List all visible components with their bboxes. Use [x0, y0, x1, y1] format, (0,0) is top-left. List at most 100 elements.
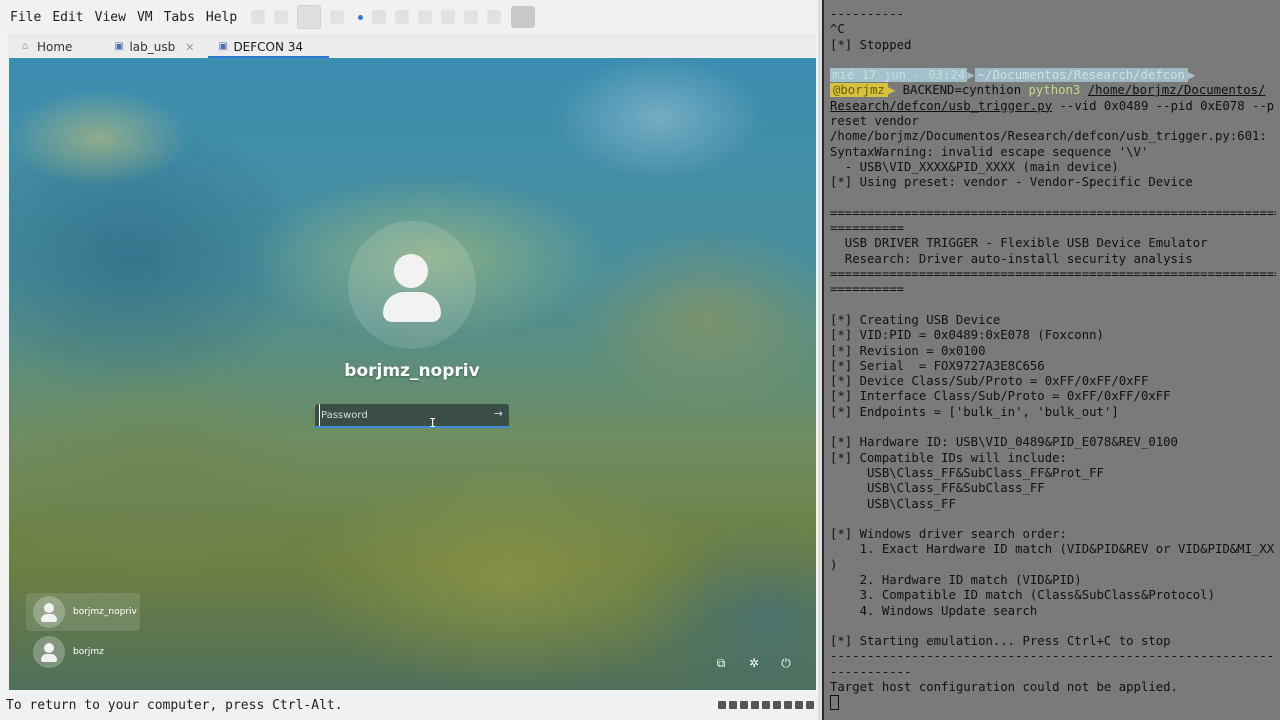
menu-help[interactable]: Help: [201, 10, 242, 25]
user-tile-borjmz-nopriv[interactable]: borjmz_nopriv: [26, 593, 140, 631]
tab-close-icon[interactable]: ✕: [185, 41, 194, 54]
terminal-output: ---------- ^C [*] Stopped mié 17 jun - 0…: [830, 7, 1276, 711]
floppy-icon[interactable]: [740, 701, 748, 709]
usb-icon[interactable]: [762, 701, 770, 709]
terminal-line: USB\Class_FF&SubClass_FF&Prot_FF: [830, 465, 1104, 480]
toolbar-pause-icon[interactable]: [274, 10, 289, 24]
powerline-separator-icon: ▶: [887, 83, 896, 98]
accessibility-icon[interactable]: ✲: [747, 656, 761, 670]
toolbar-unity-icon[interactable]: [464, 10, 479, 24]
hdd-icon[interactable]: [718, 701, 726, 709]
terminal-line: [*] Serial = FOX9727A3E8C656: [830, 358, 1045, 373]
terminal-line: ----------------------------------------…: [830, 649, 1276, 664]
avatar-head: [394, 254, 428, 288]
terminal-line: USB DRIVER TRIGGER - Flexible USB Device…: [830, 236, 1208, 251]
prompt-user: @borjmz: [830, 83, 888, 98]
user-tile-borjmz[interactable]: borjmz: [26, 633, 140, 671]
home-icon: ⌂: [22, 41, 29, 52]
vm-tab-bar: ⌂ Home ▣ lab_usb ✕ ▣ DEFCON 34: [8, 34, 816, 58]
terminal-window[interactable]: ---------- ^C [*] Stopped mié 17 jun - 0…: [824, 0, 1280, 720]
user-avatar: [348, 221, 476, 349]
terminal-line: ==========: [830, 282, 905, 297]
password-box[interactable]: →: [315, 404, 509, 428]
user-tile-name: borjmz: [73, 647, 104, 657]
terminal-line: [*] Revision = 0x0100: [830, 343, 986, 358]
tab-defcon-34-label: DEFCON 34: [233, 40, 304, 54]
vm-icon: ▣: [218, 41, 228, 52]
terminal-line: [*] Starting emulation... Press Ctrl+C t…: [830, 634, 1171, 649]
command-file: /home/borjmz/Documentos/: [1087, 83, 1266, 98]
command-python: python3: [1028, 83, 1081, 98]
menu-edit[interactable]: Edit: [47, 10, 88, 25]
power-icon[interactable]: ⏻: [779, 656, 793, 670]
terminal-line: 4. Windows Update search: [830, 603, 1038, 618]
toolbar-snapshot-icon[interactable]: [372, 10, 387, 24]
device-icons: [715, 701, 814, 709]
toolbar-console-view-icon[interactable]: [511, 6, 536, 28]
menu-file[interactable]: File: [5, 10, 46, 25]
toolbar-manage-snapshots-icon[interactable]: [418, 10, 433, 24]
menu-tabs[interactable]: Tabs: [159, 10, 200, 25]
command-line-cont: Research/defcon/usb_trigger.py --vid 0x0…: [830, 99, 1276, 114]
display-icon[interactable]: [795, 701, 803, 709]
terminal-line: /home/borjmz/Documentos/Research/defcon/…: [830, 129, 1267, 144]
powerline-separator-icon: ▶: [967, 68, 975, 83]
toolbar-revert-icon[interactable]: [395, 10, 410, 24]
sound-icon[interactable]: [773, 701, 781, 709]
terminal-line: [*] Creating USB Device: [830, 312, 1001, 327]
small-avatar: [33, 596, 65, 628]
terminal-line: ^C: [830, 22, 845, 37]
terminal-line: ): [830, 557, 838, 572]
terminal-line: ========================================…: [830, 267, 1276, 282]
prompt-datetime: mié 17 jun - 03:24: [830, 68, 968, 83]
tab-lab-usb-label: lab_usb: [129, 40, 176, 54]
terminal-cursor-icon: [830, 695, 839, 711]
terminal-line: USB\Class_FF&SubClass_FF: [830, 481, 1045, 496]
vm-icon: ▣: [114, 41, 124, 52]
menu-view[interactable]: View: [90, 10, 131, 25]
toolbar-power-icon[interactable]: [297, 5, 322, 29]
menu-bar: File Edit View VM Tabs Help: [0, 0, 822, 34]
terminal-line: ==========: [830, 221, 905, 236]
terminal-line: [*] Compatible IDs will include:: [830, 450, 1067, 465]
user-tile-name: borjmz_nopriv: [73, 607, 137, 617]
status-bar: To return to your computer, press Ctrl-A…: [0, 692, 822, 720]
terminal-line: SyntaxWarning: invalid escape sequence '…: [830, 144, 1149, 159]
toolbar-restart-icon[interactable]: [330, 10, 345, 24]
terminal-line: USB\Class_FF: [830, 496, 956, 511]
terminal-line: [*] Device Class/Sub/Proto = 0xFF/0xFF/0…: [830, 374, 1149, 389]
message-icon[interactable]: [806, 701, 814, 709]
tab-defcon-34[interactable]: ▣ DEFCON 34: [208, 36, 329, 58]
printer-icon[interactable]: [784, 701, 792, 709]
tab-home[interactable]: ⌂ Home: [12, 36, 82, 58]
terminal-line: [*] Windows driver search order:: [830, 527, 1067, 542]
network-icon[interactable]: ⧉: [714, 656, 728, 670]
submit-arrow-icon[interactable]: →: [494, 407, 503, 420]
text-cursor-icon: I: [429, 416, 437, 430]
terminal-line: ----------: [830, 7, 905, 21]
toolbar-settings-icon[interactable]: [487, 10, 502, 24]
toolbar-fullscreen-icon[interactable]: [441, 10, 456, 24]
toolbar-suspend-icon[interactable]: [251, 10, 266, 24]
terminal-line: Research: Driver auto-install security a…: [830, 251, 1193, 266]
guest-lock-screen[interactable]: borjmz_nopriv → I borjmz_nopriv borjmz ⧉…: [9, 58, 816, 690]
command-args: --vid 0x0489 --pid 0xE078 --p: [1052, 98, 1275, 113]
cd-icon[interactable]: [729, 701, 737, 709]
password-input[interactable]: [319, 404, 479, 426]
powerline-separator-icon: ▶: [1187, 68, 1196, 83]
menu-vm[interactable]: VM: [132, 10, 158, 25]
network-adapter-icon[interactable]: [751, 701, 759, 709]
tab-lab-usb[interactable]: ▣ lab_usb ✕: [104, 36, 204, 58]
terminal-line: Target host configuration could not be a…: [830, 680, 1178, 695]
prompt-line: mié 17 jun - 03:24 ▶ ~/Documentos/Research…: [830, 68, 1276, 83]
tab-home-label: Home: [37, 40, 73, 54]
status-hint: To return to your computer, press Ctrl-A…: [6, 698, 343, 713]
window-divider: [818, 0, 822, 720]
command-line: @borjmz ▶ BACKEND=cynthion python3 /home/…: [830, 83, 1276, 98]
terminal-line: [*] Interface Class/Sub/Proto = 0xFF/0xF…: [830, 389, 1171, 404]
